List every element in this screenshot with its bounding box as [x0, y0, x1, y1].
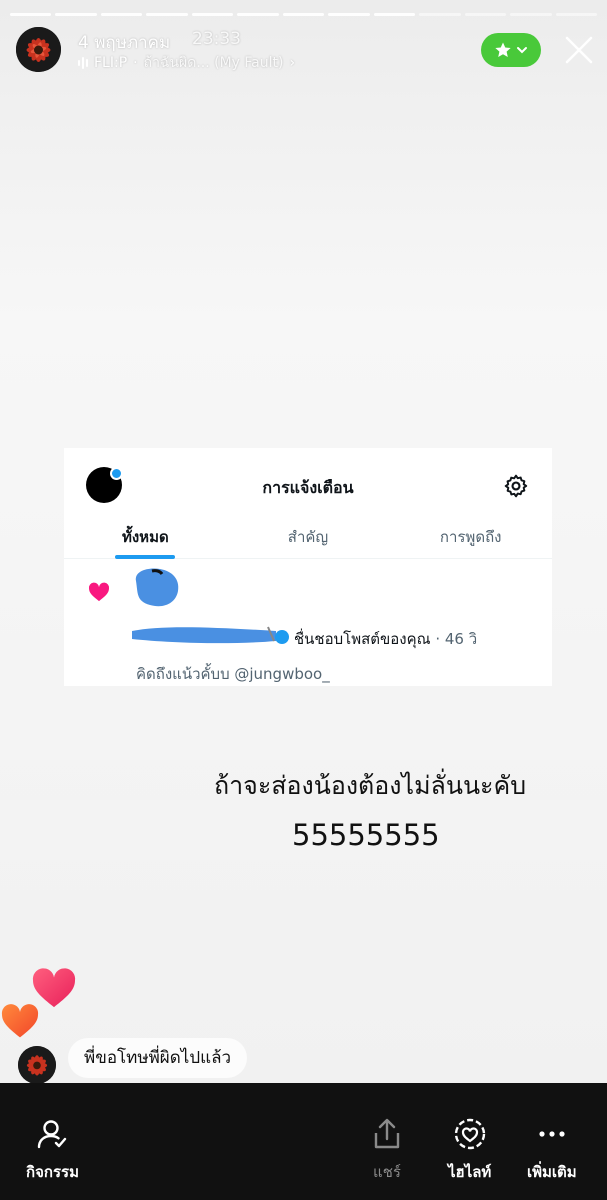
music-bars-icon	[78, 57, 88, 69]
story-caption-line1: ถ้าจะส่องน้องต้องไม่ลั่นนะคับ	[214, 771, 527, 800]
close-friends-button[interactable]	[481, 33, 541, 67]
chevron-down-icon	[517, 47, 527, 54]
progress-segment	[282, 13, 325, 16]
tab-mentions: การพูดถึง	[439, 528, 502, 546]
progress-segment	[373, 13, 416, 16]
music-attribution[interactable]: FLI:P · ถ้าฉันผิด... (My Fault) ›	[78, 52, 295, 74]
chevron-right-icon: ›	[289, 55, 296, 71]
scribbled-username	[132, 626, 276, 644]
share-icon	[374, 1118, 400, 1149]
notification-screenshot: การแจ้งเตือน ทั้งหมด สำคัญ การพูดถึง ชื่…	[64, 448, 552, 686]
more-label: เพิ่มเติม	[527, 1163, 577, 1181]
heart-reaction-icon	[1, 1004, 39, 1038]
story-caption-line2: 55555555	[292, 818, 440, 852]
liked-post-text: คิดถึงแน้วคั้บบ @jungwboo_	[136, 665, 330, 683]
like-action: ชื่นชอบโพสต์ของคุณ	[294, 630, 431, 648]
verified-dot	[275, 630, 289, 644]
progress-segment	[55, 13, 97, 16]
more-button[interactable]: เพิ่มเติม	[527, 1117, 577, 1184]
scribbled-avatar	[135, 568, 179, 607]
progress-segment	[100, 13, 143, 16]
progress-segment	[146, 13, 188, 16]
progress-segment	[555, 13, 598, 16]
heart-icon	[88, 582, 110, 602]
progress-segment	[328, 13, 370, 16]
progress-segment	[237, 13, 279, 16]
share-button[interactable]: แชร์	[370, 1117, 404, 1184]
red-flower-icon	[16, 27, 61, 72]
more-dots-icon	[539, 1131, 565, 1137]
activity-button[interactable]: กิจกรรม	[26, 1117, 79, 1184]
like-notification-text: ชื่นชอบโพสต์ของคุณ · 46 วิ	[294, 627, 477, 651]
red-flower-icon	[18, 1046, 56, 1083]
progress-segment	[510, 13, 552, 16]
music-song: ถ้าฉันผิด... (My Fault)	[143, 55, 284, 71]
close-icon[interactable]	[563, 34, 595, 66]
activity-icon	[38, 1120, 67, 1149]
music-artist: FLI:P	[94, 55, 128, 71]
gear-icon	[504, 474, 528, 498]
story-time: 23:33	[192, 29, 241, 49]
progress-segment	[464, 13, 507, 16]
notification-tabs: ทั้งหมด สำคัญ การพูดถึง	[64, 520, 552, 559]
reply-message-bubble[interactable]: พี่ขอโทษพี่ผิดไปแล้ว	[68, 1038, 248, 1078]
progress-segment	[191, 13, 234, 16]
tab-all: ทั้งหมด	[64, 520, 227, 559]
reply-avatar[interactable]	[18, 1046, 56, 1083]
highlight-button[interactable]: ไฮไลท์	[448, 1117, 491, 1184]
notifications-title: การแจ้งเตือน	[262, 478, 354, 497]
share-label: แชร์	[373, 1163, 401, 1181]
highlight-label: ไฮไลท์	[448, 1163, 492, 1181]
star-icon	[495, 42, 511, 57]
highlight-icon	[454, 1118, 485, 1150]
music-separator: ·	[133, 55, 138, 71]
progress-segment	[419, 13, 461, 16]
progress-segment	[10, 13, 52, 16]
tab-verified: สำคัญ	[287, 528, 329, 546]
story-progress-bar	[10, 13, 598, 16]
like-time-ago: · 46 วิ	[435, 630, 478, 648]
profile-avatar[interactable]	[16, 27, 61, 72]
bottom-action-bar	[0, 1083, 607, 1200]
story-viewer[interactable]: 4 พฤษภาคม 23:33 FLI:P · ถ้าฉันผิด... (My…	[0, 0, 607, 1083]
activity-label: กิจกรรม	[26, 1163, 79, 1181]
